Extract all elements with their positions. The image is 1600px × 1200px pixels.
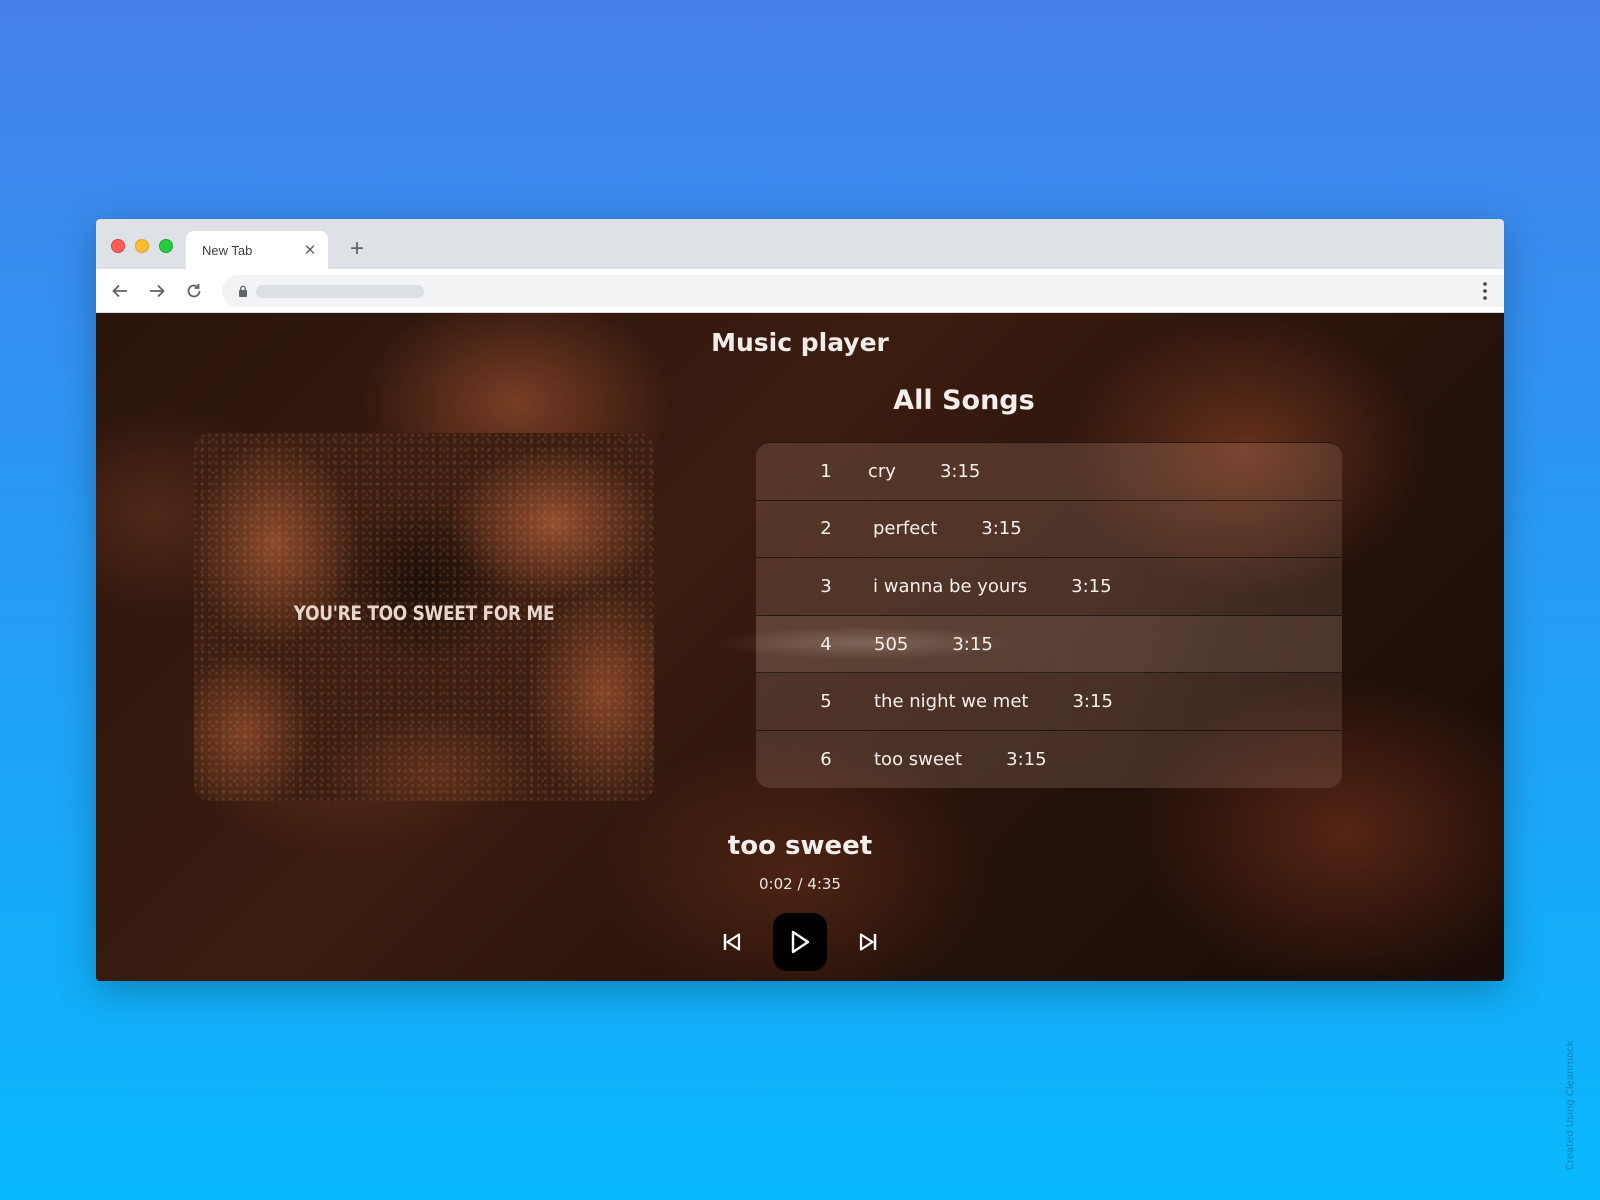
- reload-button[interactable]: [182, 279, 206, 303]
- maximize-window-button[interactable]: [159, 239, 173, 253]
- browser-window: New Tab ✕ + Music player All Songs YOU'R…: [96, 219, 1504, 981]
- album-art: YOU'RE TOO SWEET FOR ME: [194, 433, 654, 801]
- song-duration: 3:15: [1071, 575, 1112, 597]
- song-duration: 3:15: [939, 460, 981, 482]
- song-name: the night we met: [874, 691, 1029, 713]
- play-icon: [791, 930, 810, 954]
- album-art-text: YOU'RE TOO SWEET FOR ME: [293, 602, 555, 626]
- song-info: i wanna be yours 3:15: [873, 576, 1112, 597]
- close-window-button[interactable]: [111, 239, 125, 253]
- song-number: 6: [820, 749, 832, 771]
- lock-icon: [239, 285, 247, 297]
- song-row[interactable]: 4 505 3:15: [756, 615, 1342, 674]
- song-number: 3: [820, 575, 832, 597]
- new-tab-button[interactable]: +: [346, 237, 368, 261]
- song-number: 1: [820, 460, 832, 482]
- address-bar[interactable]: [222, 275, 1504, 307]
- play-button[interactable]: [773, 913, 827, 971]
- browser-toolbar: [96, 269, 1504, 313]
- song-number: 4: [820, 633, 832, 655]
- close-tab-icon[interactable]: ✕: [302, 241, 318, 259]
- song-row[interactable]: 3 i wanna be yours 3:15: [756, 558, 1342, 616]
- song-info: the night we met 3:15: [874, 691, 1113, 712]
- song-list-heading: All Songs: [893, 385, 1035, 416]
- skip-previous-icon: [723, 933, 741, 951]
- song-name: cry: [868, 460, 896, 482]
- song-number: 5: [820, 691, 832, 713]
- song-name: 505: [874, 633, 909, 655]
- song-name: i wanna be yours: [873, 575, 1028, 597]
- window-controls: [111, 239, 173, 253]
- song-info: 505 3:15: [874, 634, 993, 655]
- song-row[interactable]: 2 perfect 3:15: [756, 501, 1342, 559]
- song-name: too sweet: [874, 749, 963, 771]
- next-button[interactable]: [851, 925, 885, 959]
- song-info: perfect 3:15: [873, 518, 1022, 539]
- song-duration: 3:15: [952, 633, 993, 655]
- song-row[interactable]: 6 too sweet 3:15: [756, 731, 1342, 788]
- arrow-right-icon: [150, 284, 165, 298]
- watermark: Created Using Cleanmock: [1565, 1040, 1576, 1170]
- more-options-icon[interactable]: [1482, 279, 1488, 303]
- previous-button[interactable]: [715, 925, 749, 959]
- playback-time: 0:02 / 4:35: [759, 875, 841, 893]
- browser-tab[interactable]: New Tab ✕: [186, 231, 328, 269]
- song-info: too sweet 3:15: [874, 749, 1047, 770]
- browser-titlebar: New Tab ✕ +: [96, 219, 1504, 269]
- forward-button[interactable]: [145, 279, 169, 303]
- song-row[interactable]: 1 cry 3:15: [756, 443, 1342, 501]
- skip-next-icon: [859, 933, 877, 951]
- song-name: perfect: [873, 518, 938, 540]
- song-duration: 3:15: [1006, 749, 1047, 771]
- app-title: Music player: [711, 328, 889, 357]
- reload-icon: [187, 284, 201, 298]
- arrow-left-icon: [112, 284, 127, 298]
- tab-title: New Tab: [202, 242, 253, 258]
- song-duration: 3:15: [981, 518, 1022, 540]
- song-row[interactable]: 5 the night we met 3:15: [756, 673, 1342, 731]
- song-info: cry 3:15: [868, 461, 980, 482]
- song-list: 1 cry 3:15 2 perfect 3:15 3 i wanna be y…: [756, 442, 1342, 788]
- now-playing-title: too sweet: [727, 831, 873, 861]
- playback-controls: [96, 913, 1504, 971]
- back-button[interactable]: [108, 279, 132, 303]
- song-duration: 3:15: [1072, 691, 1113, 713]
- music-player-page: Music player All Songs YOU'RE TOO SWEET …: [96, 313, 1504, 981]
- url-placeholder: [256, 285, 424, 298]
- song-number: 2: [820, 518, 832, 540]
- minimize-window-button[interactable]: [135, 239, 149, 253]
